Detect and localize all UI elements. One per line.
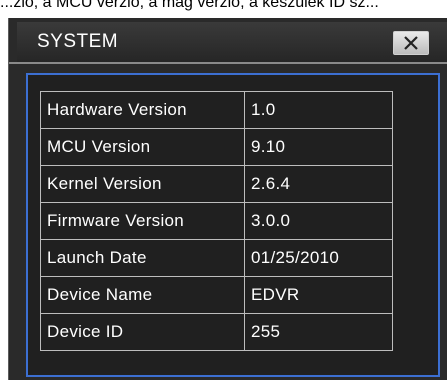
row-value: 255 [244,313,393,351]
dialog-title: SYSTEM [37,31,119,52]
table-row: Device ID 255 [40,313,393,351]
table-row: Device Name EDVR [40,276,393,314]
dialog-titlebar: SYSTEM [17,22,447,62]
close-icon [404,36,418,50]
row-label: Device Name [40,276,245,314]
row-label: Kernel Version [40,165,245,203]
document-caption-text: ...zió, a MCU verzió, a mag verzió, a ké… [0,0,379,11]
table-row: MCU Version 9.10 [40,128,393,166]
row-label: Device ID [40,313,245,351]
title-divider [9,62,447,64]
close-button[interactable] [393,31,429,55]
system-dialog: SYSTEM Hardware Version 1.0 MCU Version … [8,18,447,380]
table-row: Firmware Version 3.0.0 [40,202,393,240]
row-value: 9.10 [244,128,393,166]
row-value: EDVR [244,276,393,314]
row-value: 01/25/2010 [244,239,393,277]
row-value: 3.0.0 [244,202,393,240]
table-row: Launch Date 01/25/2010 [40,239,393,277]
page: ...zió, a MCU verzió, a mag verzió, a ké… [0,0,447,380]
table-row: Kernel Version 2.6.4 [40,165,393,203]
table-row: Hardware Version 1.0 [40,91,393,129]
system-info-panel: Hardware Version 1.0 MCU Version 9.10 Ke… [26,73,440,377]
row-label: Hardware Version [40,91,245,129]
row-label: Launch Date [40,239,245,277]
row-value: 2.6.4 [244,165,393,203]
system-info-table: Hardware Version 1.0 MCU Version 9.10 Ke… [40,91,393,351]
row-label: Firmware Version [40,202,245,240]
row-label: MCU Version [40,128,245,166]
row-value: 1.0 [244,91,393,129]
